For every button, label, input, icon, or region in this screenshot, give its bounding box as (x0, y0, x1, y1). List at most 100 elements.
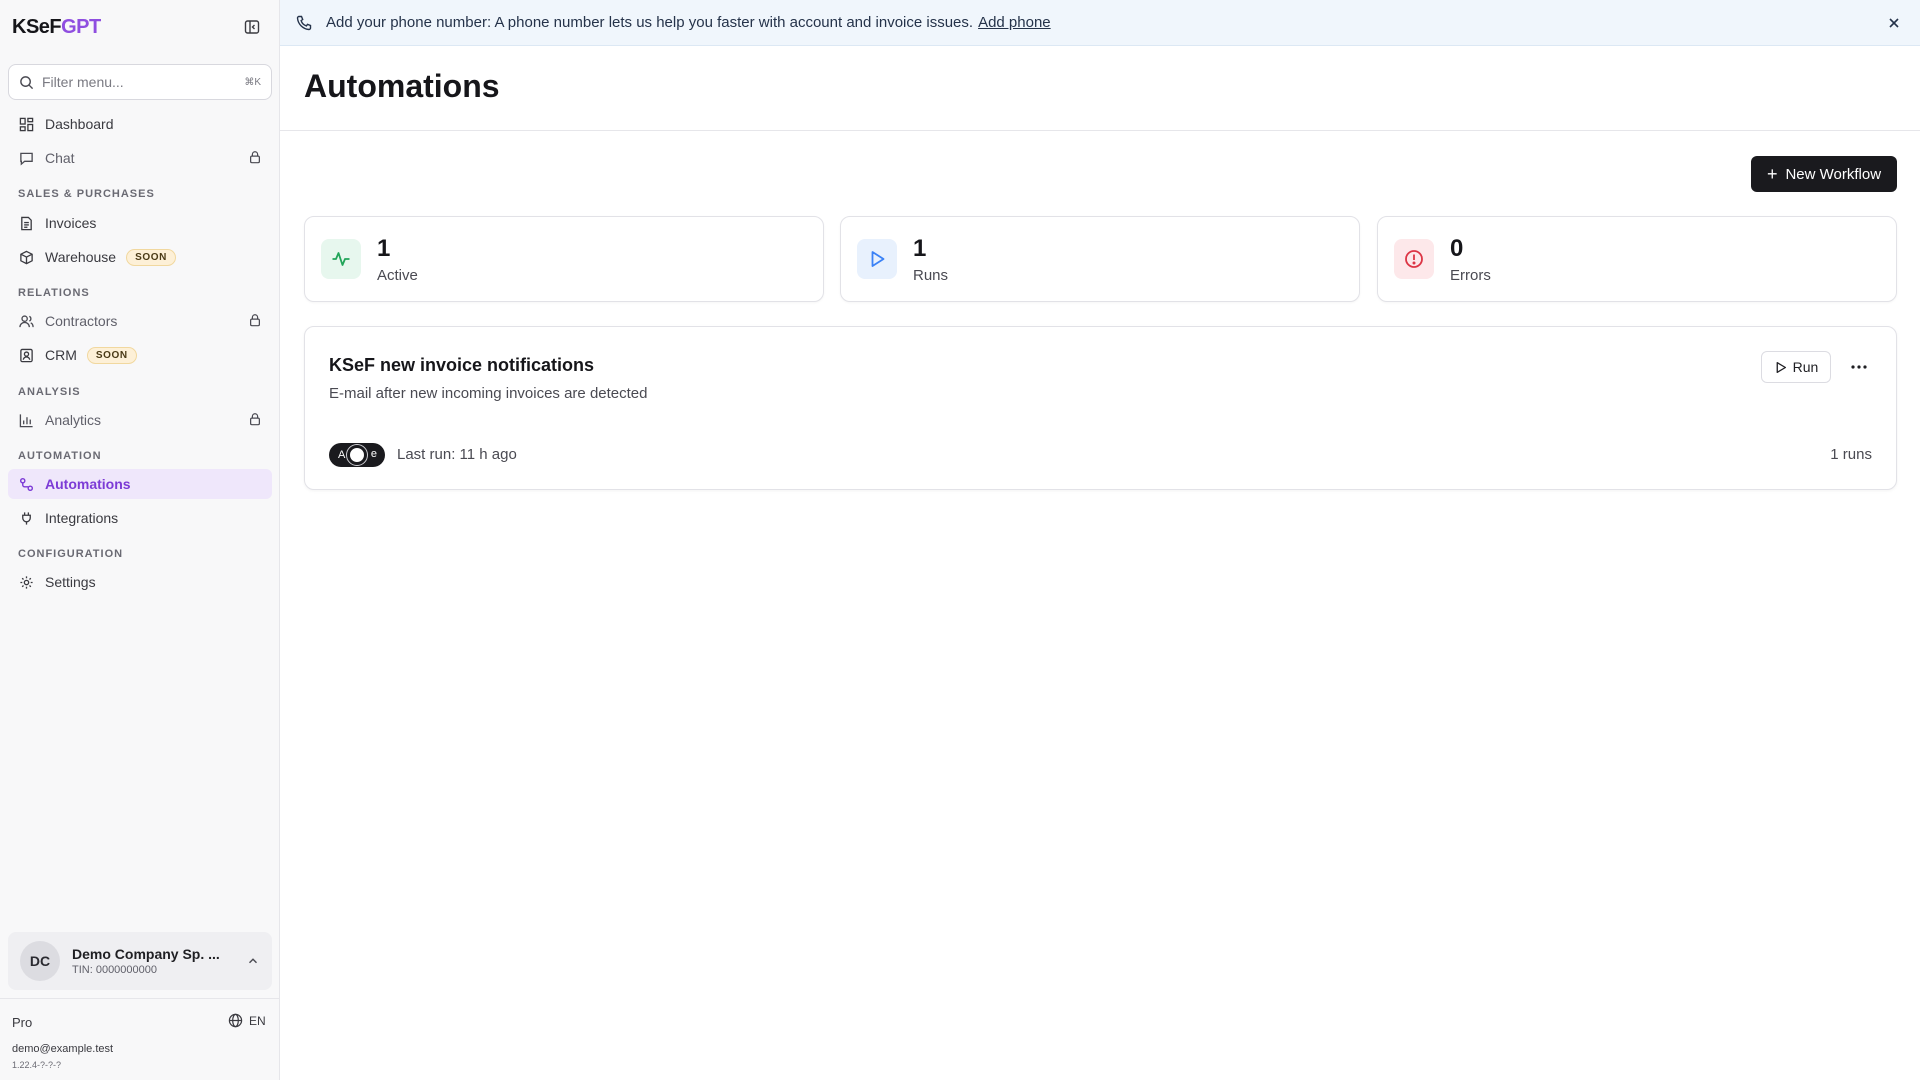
language-switcher[interactable]: EN (228, 1013, 266, 1028)
sidebar-item-invoices[interactable]: Invoices (8, 208, 272, 238)
stat-label: Errors (1450, 267, 1491, 284)
chevron-up-icon (249, 958, 257, 964)
toggle-text-left: A (338, 449, 346, 461)
globe-icon (228, 1013, 243, 1028)
section-relations: RELATIONS (18, 287, 90, 299)
brand-prefix: KSeF (12, 16, 62, 38)
workflow-more-button[interactable] (1847, 357, 1871, 377)
workflow-runs-count: 1 runs (1830, 446, 1872, 463)
sidebar-item-label: Invoices (45, 215, 97, 231)
close-icon (1889, 18, 1899, 28)
search-icon (20, 75, 34, 89)
filter-menu: ⌘K (8, 64, 272, 100)
phone-icon (296, 15, 312, 30)
sidebar-item-settings[interactable]: Settings (8, 567, 272, 597)
invoice-icon (20, 216, 32, 230)
section-configuration: CONFIGURATION (18, 548, 124, 560)
stat-badge (857, 239, 897, 279)
lock-icon (250, 151, 260, 164)
sidebar-item-label: Warehouse (45, 249, 117, 265)
stat-value: 1 (377, 235, 391, 262)
user-email: demo@example.test (12, 1043, 114, 1055)
workflow-card: KSeF new invoice notifications E-mail af… (304, 326, 1897, 490)
new-workflow-label: New Workflow (1785, 165, 1882, 183)
toggle-text-right: e (370, 448, 377, 460)
more-horizontal-icon (1851, 365, 1867, 369)
sidebar-item-label: Automations (45, 476, 131, 492)
sidebar: KSeFGPT ⌘K Dashboard Chat SALES & PURCHA… (0, 0, 280, 1080)
lock-icon (250, 314, 260, 327)
sidebar-collapse-button[interactable] (242, 17, 262, 37)
stat-badge (321, 239, 361, 279)
activity-icon (332, 252, 350, 266)
plus-icon: + (1766, 164, 1778, 184)
stat-label: Active (377, 267, 418, 284)
sidebar-item-crm[interactable]: CRM SOON (8, 340, 272, 370)
filter-shortcut: ⌘K (244, 76, 261, 88)
bar-chart-icon (19, 413, 33, 427)
avatar: DC (20, 941, 60, 981)
run-label: Run (1792, 359, 1819, 375)
app-version: 1.22.4-?-?-? (12, 1060, 62, 1070)
company-switcher[interactable]: DC Demo Company Sp. ... TIN: 0000000000 (8, 932, 272, 990)
plug-icon (21, 511, 31, 525)
plan-label: Pro (12, 1015, 33, 1030)
sidebar-item-label: CRM (45, 347, 77, 363)
sidebar-item-dashboard[interactable]: Dashboard (8, 109, 272, 139)
add-phone-link[interactable]: Add phone (978, 14, 1051, 31)
page-title: Automations (304, 68, 500, 104)
close-banner-button[interactable] (1884, 13, 1904, 33)
lock-icon (250, 413, 260, 426)
company-tin: TIN: 0000000000 (72, 964, 158, 976)
toggle-knob (347, 445, 367, 465)
sidebar-item-contractors[interactable]: Contractors (8, 306, 272, 336)
section-automation: AUTOMATION (18, 450, 102, 462)
brand-logo[interactable]: KSeFGPT (12, 16, 101, 39)
workflow-title: KSeF new invoice notifications (329, 355, 595, 375)
chat-icon (19, 152, 33, 166)
language-label: EN (249, 1013, 266, 1028)
play-icon (1776, 361, 1786, 373)
workflow-icon (19, 477, 33, 491)
filter-menu-input[interactable] (42, 74, 245, 90)
soon-badge: SOON (86, 346, 137, 364)
section-sales-purchases: SALES & PURCHASES (18, 188, 155, 200)
sidebar-item-analytics[interactable]: Analytics (8, 405, 272, 435)
sidebar-item-integrations[interactable]: Integrations (8, 503, 272, 533)
sidebar-item-label: Integrations (45, 510, 119, 526)
banner-message: Add your phone number: A phone number le… (326, 14, 974, 31)
sidebar-item-warehouse[interactable]: Warehouse SOON (8, 242, 272, 272)
contact-icon (19, 348, 33, 362)
sidebar-item-label: Analytics (45, 412, 102, 428)
dashboard-icon (19, 117, 33, 131)
alert-circle-icon (1405, 250, 1423, 268)
sidebar-item-label: Dashboard (45, 116, 114, 132)
stat-label: Runs (913, 267, 949, 284)
company-name: Demo Company Sp. ... (72, 946, 220, 962)
sidebar-item-label: Contractors (45, 313, 118, 329)
workflow-last-run: Last run: 11 h ago (397, 446, 517, 463)
soon-badge: SOON (126, 248, 176, 266)
play-icon (871, 251, 885, 267)
stat-value: 1 (913, 235, 927, 262)
brand-suffix: GPT (61, 16, 101, 38)
workflow-active-toggle[interactable]: A e (329, 443, 385, 467)
new-workflow-button[interactable]: + New Workflow (1751, 156, 1897, 192)
sidebar-item-label: Chat (45, 150, 75, 166)
sidebar-item-label: Settings (45, 574, 96, 590)
sidebar-collapse-icon (244, 20, 260, 34)
run-workflow-button[interactable]: Run (1761, 351, 1831, 383)
stat-value: 0 (1450, 235, 1464, 262)
gear-icon (19, 575, 33, 589)
stat-badge (1394, 239, 1434, 279)
workflow-description: E-mail after new incoming invoices are d… (329, 385, 648, 402)
users-icon (18, 314, 34, 327)
stat-card-errors: 0 Errors (1377, 216, 1897, 302)
sidebar-footer-divider (0, 998, 280, 999)
section-analysis: ANALYSIS (18, 386, 81, 398)
sidebar-item-automations[interactable]: Automations (8, 469, 272, 499)
sidebar-item-chat[interactable]: Chat (8, 143, 272, 173)
title-divider (280, 130, 1920, 131)
stat-card-active: 1 Active (304, 216, 824, 302)
box-icon (19, 250, 33, 264)
